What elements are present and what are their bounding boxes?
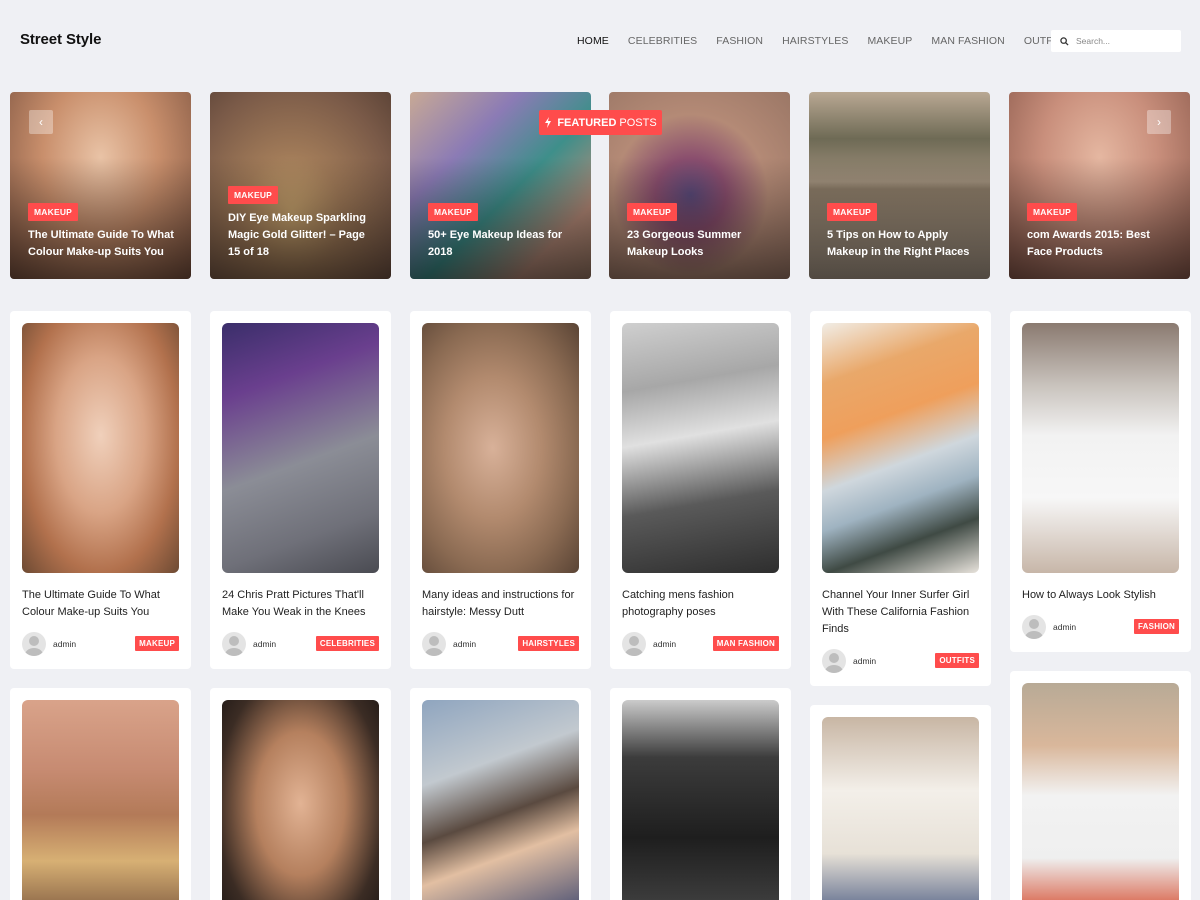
post-title[interactable]: Catching mens fashion photography poses	[622, 587, 782, 621]
featured-title[interactable]: 50+ Eye Makeup Ideas for 2018	[428, 227, 578, 261]
post-image[interactable]	[622, 323, 779, 573]
author-name[interactable]: admin	[1053, 622, 1076, 632]
post-image[interactable]	[822, 323, 979, 573]
post-image[interactable]	[622, 700, 779, 900]
post-meta: admin OUTFITS	[822, 649, 979, 673]
slider-next-button[interactable]: ›	[1147, 110, 1171, 134]
post-image[interactable]	[222, 323, 379, 573]
category-tag[interactable]: FASHION	[1134, 619, 1179, 634]
avatar[interactable]	[622, 632, 646, 656]
post-title[interactable]: How to Always Look Stylish	[1022, 587, 1182, 604]
author-name[interactable]: admin	[453, 639, 476, 649]
avatar[interactable]	[422, 632, 446, 656]
post-image[interactable]	[222, 700, 379, 900]
post-image[interactable]	[422, 323, 579, 573]
post-card[interactable]	[410, 688, 591, 900]
site-header: Street Style HOME CELEBRITIES FASHION HA…	[0, 0, 1200, 82]
post-card[interactable]: How to Always Look Stylish admin FASHION	[1010, 311, 1191, 652]
post-image[interactable]	[422, 700, 579, 900]
nav-fashion[interactable]: FASHION	[716, 35, 763, 47]
nav-man-fashion[interactable]: MAN FASHION	[931, 35, 1004, 47]
post-title[interactable]: The Ultimate Guide To What Colour Make-u…	[22, 587, 182, 621]
category-tag[interactable]: MAN FASHION	[712, 636, 779, 651]
post-card[interactable]	[810, 705, 991, 900]
author-name[interactable]: admin	[253, 639, 276, 649]
post-meta: admin MAKEUP	[22, 632, 179, 656]
post-card[interactable]: Channel Your Inner Surfer Girl With Thes…	[810, 311, 991, 686]
nav-home[interactable]: HOME	[577, 35, 609, 47]
post-card[interactable]	[610, 688, 791, 900]
nav-hairstyles[interactable]: HAIRSTYLES	[782, 35, 848, 47]
featured-card[interactable]: MAKEUP DIY Eye Makeup Sparkling Magic Go…	[210, 92, 391, 279]
post-meta: admin MAN FASHION	[622, 632, 779, 656]
slider-prev-button[interactable]: ‹	[29, 110, 53, 134]
featured-card[interactable]: MAKEUP 5 Tips on How to Apply Makeup in …	[809, 92, 990, 279]
lightning-icon	[545, 117, 552, 128]
author-name[interactable]: admin	[653, 639, 676, 649]
post-meta: admin CELEBRITIES	[222, 632, 379, 656]
post-image[interactable]	[1022, 323, 1179, 573]
post-card[interactable]: Catching mens fashion photography poses …	[610, 311, 791, 669]
post-card[interactable]	[10, 688, 191, 900]
featured-title[interactable]: DIY Eye Makeup Sparkling Magic Gold Glit…	[228, 210, 378, 261]
post-card[interactable]	[1010, 671, 1191, 900]
category-tag[interactable]: HAIRSTYLES	[518, 636, 579, 651]
post-card[interactable]: Many ideas and instructions for hairstyl…	[410, 311, 591, 669]
category-tag[interactable]: MAKEUP	[135, 636, 179, 651]
avatar[interactable]	[1022, 615, 1046, 639]
category-badge[interactable]: MAKEUP	[428, 203, 479, 221]
post-card[interactable]	[210, 688, 391, 900]
featured-badge-bold: FEATURED	[557, 116, 617, 129]
category-badge[interactable]: MAKEUP	[28, 203, 79, 221]
featured-posts-badge: FEATURED POSTS	[539, 110, 662, 135]
post-card[interactable]: The Ultimate Guide To What Colour Make-u…	[10, 311, 191, 669]
author-name[interactable]: admin	[53, 639, 76, 649]
nav-celebrities[interactable]: CELEBRITIES	[628, 35, 697, 47]
post-image[interactable]	[22, 700, 179, 900]
post-meta: admin HAIRSTYLES	[422, 632, 579, 656]
category-tag[interactable]: CELEBRITIES	[315, 636, 379, 651]
avatar[interactable]	[22, 632, 46, 656]
category-badge[interactable]: MAKEUP	[1027, 203, 1078, 221]
post-image[interactable]	[822, 717, 979, 900]
post-image[interactable]	[1022, 683, 1179, 900]
nav-makeup[interactable]: MAKEUP	[867, 35, 912, 47]
search-box[interactable]	[1051, 30, 1181, 52]
author-name[interactable]: admin	[853, 656, 876, 666]
search-input[interactable]	[1076, 36, 1176, 46]
category-badge[interactable]: MAKEUP	[827, 203, 878, 221]
featured-title[interactable]: 5 Tips on How to Apply Makeup in the Rig…	[827, 227, 977, 261]
post-title[interactable]: 24 Chris Pratt Pictures That'll Make You…	[222, 587, 382, 621]
featured-title[interactable]: 23 Gorgeous Summer Makeup Looks	[627, 227, 777, 261]
post-meta: admin FASHION	[1022, 615, 1179, 639]
category-tag[interactable]: OUTFITS	[935, 653, 979, 668]
site-title[interactable]: Street Style	[20, 31, 101, 48]
avatar[interactable]	[222, 632, 246, 656]
post-image[interactable]	[22, 323, 179, 573]
main-nav: HOME CELEBRITIES FASHION HAIRSTYLES MAKE…	[577, 35, 1088, 47]
search-icon	[1060, 36, 1069, 46]
post-card[interactable]: 24 Chris Pratt Pictures That'll Make You…	[210, 311, 391, 669]
post-title[interactable]: Channel Your Inner Surfer Girl With Thes…	[822, 587, 982, 638]
featured-badge-light: POSTS	[619, 116, 657, 129]
featured-title[interactable]: com Awards 2015: Best Face Products	[1027, 227, 1177, 261]
category-badge[interactable]: MAKEUP	[627, 203, 678, 221]
post-title[interactable]: Many ideas and instructions for hairstyl…	[422, 587, 582, 621]
avatar[interactable]	[822, 649, 846, 673]
category-badge[interactable]: MAKEUP	[228, 186, 279, 204]
featured-title[interactable]: The Ultimate Guide To What Colour Make-u…	[28, 227, 178, 261]
